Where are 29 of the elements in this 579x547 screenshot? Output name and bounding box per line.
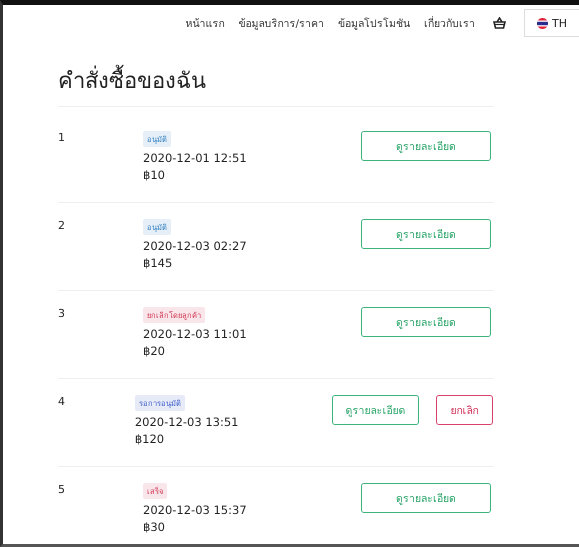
- details-button[interactable]: ดูรายละเอียด: [361, 131, 491, 161]
- order-amount: ฿120: [134, 431, 164, 447]
- basket-icon[interactable]: [493, 17, 506, 29]
- order-datetime: 2020-12-03 11:01: [143, 326, 247, 342]
- order-amount: ฿30: [143, 519, 165, 535]
- details-button[interactable]: ดูรายละเอียด: [361, 219, 491, 249]
- nav-link[interactable]: ข้อมูลโปรโมชัน: [338, 14, 410, 32]
- order-number: 4: [58, 395, 66, 410]
- order-datetime: 2020-12-03 02:27: [143, 238, 247, 254]
- language-button[interactable]: TH: [524, 9, 579, 37]
- order-amount: ฿10: [143, 167, 165, 183]
- nav-link[interactable]: เกี่ยวกับเรา: [424, 14, 475, 32]
- order-number: 3: [58, 307, 66, 322]
- order-amount: ฿20: [143, 343, 165, 359]
- details-button[interactable]: ดูรายละเอียด: [332, 395, 419, 425]
- order-datetime: 2020-12-03 15:37: [143, 502, 247, 518]
- nav-link[interactable]: ข้อมูลบริการ/ราคา: [238, 14, 324, 32]
- flag-icon: [537, 18, 548, 28]
- order-datetime: 2020-12-01 12:51: [143, 150, 247, 166]
- order-number: 1: [58, 131, 66, 146]
- cancel-button[interactable]: ยกเลิก: [436, 395, 493, 425]
- details-button[interactable]: ดูรายละเอียด: [361, 483, 491, 513]
- details-button[interactable]: ดูรายละเอียด: [361, 307, 491, 337]
- order-datetime: 2020-12-03 13:51: [134, 414, 238, 430]
- nav-link[interactable]: หน้าแรก: [185, 14, 224, 32]
- page-title: คำสั่งซื้อของฉัน: [58, 63, 493, 107]
- order-number: 5: [58, 483, 66, 498]
- order-number: 2: [58, 219, 66, 234]
- order-amount: ฿145: [143, 255, 172, 271]
